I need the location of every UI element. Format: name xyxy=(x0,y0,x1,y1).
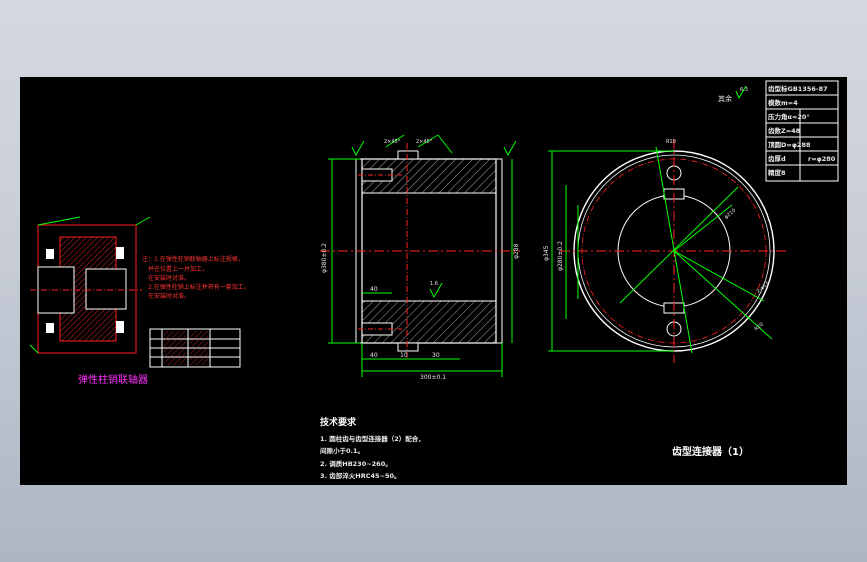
gear-parameter-table: 齿型标GB1356-87 模数m=4 压力角α=20° 齿数Z=48 顶圆D=φ… xyxy=(765,80,839,182)
technical-requirements: 技术要求 1. 圆柱齿与齿型连接器（2）配合， 间隙小于0.1。 2. 调质HB… xyxy=(320,416,425,480)
cad-drawing-canvas[interactable]: 注：1.在弹性柱销联轴器上标注规格， 并在位置上一并加工， 在安装时对准。 2.… xyxy=(20,77,847,485)
param-row-5: 齿厚d xyxy=(768,154,786,163)
dim-front-hole: 40 xyxy=(370,286,378,293)
dim-front-left-dia: φ380±0.2 xyxy=(321,243,328,273)
dim-side-hole: 2-φ13 xyxy=(755,281,770,295)
coupling-caption: 弹性柱销联轴器 xyxy=(78,373,148,386)
note-line-1: 注：1.在弹性柱销联轴器上标注规格， xyxy=(142,255,244,263)
dim-front-total: 300±0.1 xyxy=(420,374,446,381)
dim-front-key2: 2×45° xyxy=(416,139,433,145)
assembly-notes: 注：1.在弹性柱销联轴器上标注规格， 并在位置上一并加工， 在安装时对准。 2.… xyxy=(142,255,250,300)
drawing-sheet: 注：1.在弹性柱销联轴器上标注规格， 并在位置上一并加工， 在安装时对准。 2.… xyxy=(29,80,839,480)
coupling-assembly-view xyxy=(29,216,151,354)
param-row-0: 齿型标GB1356-87 xyxy=(768,84,828,93)
roughness-front: 1.6 xyxy=(430,281,438,287)
tech-item-1: 1. 圆柱齿与齿型连接器（2）配合， xyxy=(320,434,425,443)
side-view: φ345 φ280±0.2 φ210 2-φ13 R20 R10 xyxy=(543,139,788,363)
param-row-1: 模数m=4 xyxy=(768,98,798,107)
dim-front-bottom-a: 40 xyxy=(370,352,378,359)
dim-side-outer: φ345 xyxy=(543,245,550,261)
param-row-5-value: r=φ280 xyxy=(808,155,836,163)
dim-front-bottom-c: 30 xyxy=(432,352,440,359)
param-row-2: 压力角α=20° xyxy=(768,112,810,121)
tech-heading: 技术要求 xyxy=(320,416,357,428)
note-line-2: 并在位置上一并加工， xyxy=(148,265,208,273)
dim-side-r2: R10 xyxy=(666,139,676,145)
roughness-note: 其余 6.3 xyxy=(718,85,748,103)
front-section-view: φ380±0.2 φ288 300±0.1 40 10 30 40 2×45° … xyxy=(320,134,520,381)
note-line-5: 在安装时对准。 xyxy=(148,292,190,300)
tech-item-2: 间隙小于0.1。 xyxy=(320,446,364,455)
roughness-note-label: 其余 xyxy=(718,94,732,103)
note-line-4: 2.在弹性柱销上标注并将有一套加工， xyxy=(148,283,250,291)
dim-front-key1: 2×45° xyxy=(384,139,401,145)
tech-item-3: 2. 调质HB230~260。 xyxy=(320,459,392,468)
note-line-3: 在安装时对准。 xyxy=(148,274,190,282)
dim-front-bottom-b: 10 xyxy=(400,352,408,359)
drawing-title: 齿型连接器（1） xyxy=(672,445,749,458)
dim-front-right-dia: φ288 xyxy=(513,243,520,259)
roughness-note-value: 6.3 xyxy=(740,87,748,93)
parts-list-table xyxy=(149,328,241,368)
dim-side-inner: φ280±0.2 xyxy=(557,241,564,271)
tech-item-4: 3. 齿部淬火HRC45~50。 xyxy=(320,471,401,480)
param-row-6: 精度8 xyxy=(768,168,786,177)
param-row-4: 顶圆D=φ288 xyxy=(768,140,811,149)
param-row-3: 齿数Z=48 xyxy=(768,126,801,135)
